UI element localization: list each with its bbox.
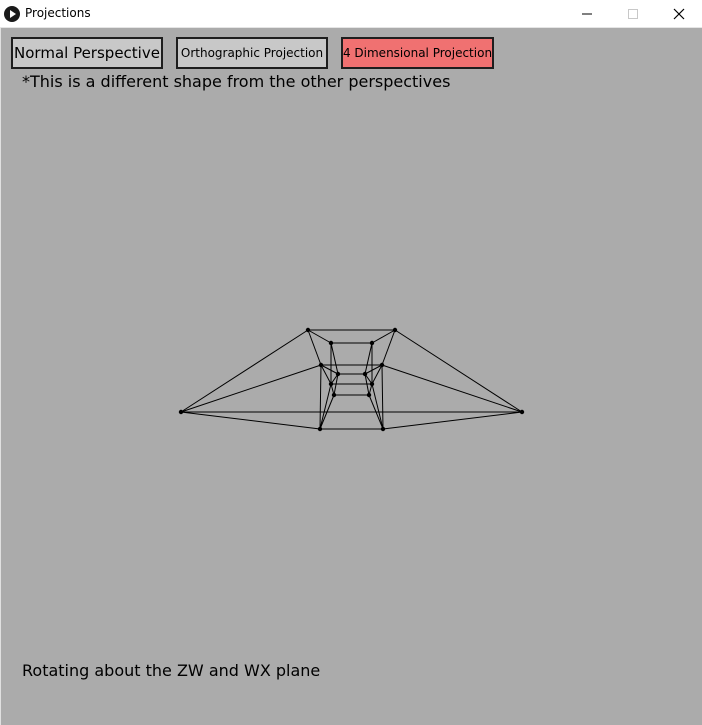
close-icon	[673, 8, 685, 20]
maximize-icon	[628, 9, 638, 19]
window-title: Projections	[25, 6, 91, 20]
maximize-button[interactable]	[610, 0, 656, 28]
minimize-icon	[582, 13, 592, 15]
rotation-status: Rotating about the ZW and WX plane	[22, 661, 321, 680]
tesseract-wireframe	[178, 327, 525, 432]
play-icon	[4, 6, 20, 22]
minimize-button[interactable]	[564, 0, 610, 28]
projection-canvas: Normal Perspective Orthographic Projecti…	[0, 28, 702, 725]
wireframe-edges	[180, 329, 523, 430]
title-bar: Projections	[0, 0, 702, 28]
close-button[interactable]	[656, 0, 702, 28]
